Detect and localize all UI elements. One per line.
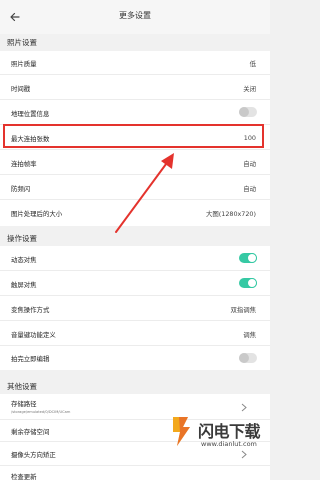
toggle-knob — [239, 107, 249, 117]
section-header-operation: 操作设置 — [7, 233, 37, 243]
row-label: 音量键功能定义 — [11, 331, 56, 339]
row-label: 变焦操作方式 — [11, 306, 50, 314]
row-value: 自动 — [243, 160, 256, 168]
row-value: 调焦 — [243, 331, 256, 339]
row-geolocation: 地理位置信息 — [0, 100, 270, 125]
geolocation-toggle[interactable] — [239, 107, 257, 117]
watermark-brand: 闪电下载 — [198, 422, 261, 441]
toggle-knob — [247, 278, 257, 288]
row-zoom-method[interactable]: 变焦操作方式 双指调焦 — [0, 296, 270, 321]
row-value: 关闭 — [243, 85, 256, 93]
row-label: 防频闪 — [11, 185, 31, 193]
row-dynamic-focus: 动态对焦 — [0, 246, 270, 271]
operation-settings-group: 动态对焦 触屏对焦 变焦操作方式 双指调焦 音量键功能定义 调焦 拍完立即编辑 — [0, 246, 270, 370]
row-value: 双指调焦 — [230, 306, 256, 314]
row-timestamp[interactable]: 时间戳 关闭 — [0, 75, 270, 100]
row-label: 触屏对焦 — [11, 281, 37, 289]
row-label: 检查更新 — [11, 473, 37, 480]
row-processed-size[interactable]: 图片处理后的大小 大图(1280x720) — [0, 200, 270, 226]
row-edit-after-shot: 拍完立即编辑 — [0, 346, 270, 370]
row-value: 大图(1280x720) — [205, 210, 256, 218]
row-burst-fps[interactable]: 连拍帧率 自动 — [0, 150, 270, 175]
row-touch-focus: 触屏对焦 — [0, 271, 270, 296]
lightning-logo-icon — [173, 417, 190, 446]
row-label: 地理位置信息 — [11, 110, 50, 118]
touch-focus-toggle[interactable] — [239, 278, 257, 288]
row-label: 存储路径 — [11, 400, 37, 408]
page-title: 更多设置 — [119, 11, 151, 20]
watermark: 闪电下载 www.dianlut.com — [165, 412, 270, 460]
edit-after-shot-toggle[interactable] — [239, 353, 257, 363]
row-value: 低 — [249, 60, 256, 68]
photo-settings-group: 照片质量 低 时间戳 关闭 地理位置信息 最大连拍张数 100 连拍帧率 自动 … — [0, 51, 270, 226]
chevron-right-icon — [239, 402, 248, 412]
toggle-knob — [247, 253, 257, 263]
row-volume-key[interactable]: 音量键功能定义 调焦 — [0, 321, 270, 346]
row-label: 摄像头方向矫正 — [11, 451, 56, 459]
row-label: 最大连拍张数 — [11, 135, 50, 143]
row-label: 剩余存储空间 — [11, 428, 50, 436]
section-header-photo: 照片设置 — [7, 37, 37, 47]
watermark-url: www.dianlut.com — [201, 440, 257, 448]
row-photo-quality[interactable]: 照片质量 低 — [0, 51, 270, 75]
section-header-other: 其他设置 — [7, 381, 37, 391]
row-label: 拍完立即编辑 — [11, 355, 50, 363]
dynamic-focus-toggle[interactable] — [239, 253, 257, 263]
row-check-update[interactable]: 检查更新 — [0, 466, 270, 480]
toggle-knob — [239, 353, 249, 363]
row-label: 动态对焦 — [11, 256, 37, 264]
row-label: 图片处理后的大小 — [11, 210, 63, 218]
storage-path-value: /storage/emulated/0/DCIM/UCam — [11, 410, 71, 414]
row-max-burst[interactable]: 最大连拍张数 100 — [0, 125, 270, 150]
top-bar: 更多设置 — [0, 0, 270, 34]
row-anti-flicker[interactable]: 防频闪 自动 — [0, 175, 270, 200]
row-value: 自动 — [243, 185, 256, 193]
row-label: 时间戳 — [11, 85, 31, 93]
row-label: 照片质量 — [11, 60, 37, 68]
row-value: 100 — [243, 134, 256, 142]
row-label: 连拍帧率 — [11, 160, 37, 168]
